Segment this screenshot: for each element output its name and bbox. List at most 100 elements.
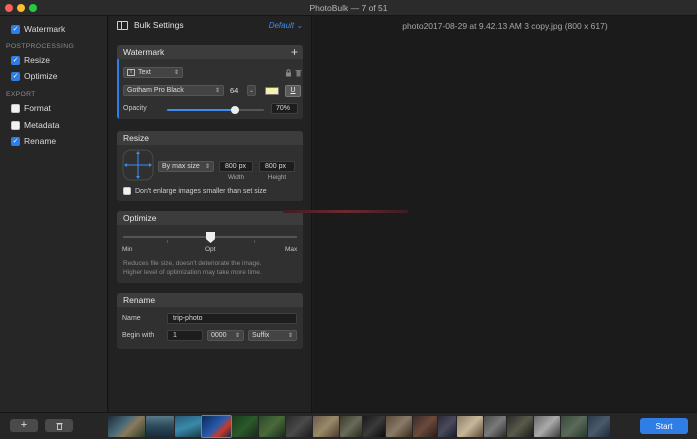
thumbnail[interactable] [146,416,174,437]
name-label: Name [122,315,141,322]
opacity-label: Opacity [123,105,147,112]
font-size-dropdown[interactable]: ⌄ [247,85,256,96]
optimize-desc-line1: Reduces file size, doesn't deteriorate t… [123,260,262,267]
digits-value: 0000 [211,332,227,339]
text-color-swatch[interactable] [265,87,279,95]
opacity-input[interactable]: 70% [271,103,298,114]
digits-select[interactable]: 0000 ⇕ [207,330,244,341]
panel-title: Resize [123,133,149,143]
selection-indicator [117,59,119,119]
bulk-settings-title: Bulk Settings [134,20,184,30]
trash-icon[interactable] [295,69,302,77]
height-input[interactable]: 800 px [259,161,295,172]
title-bar: PhotoBulk — 7 of 51 [0,0,697,16]
bulk-settings-panel: Bulk Settings Default ⌄ Watermark + T Te… [109,16,312,412]
sidebar-item-format[interactable]: Format [11,102,51,114]
add-watermark-button[interactable]: + [291,45,303,59]
resize-mode-value: By max size [162,163,200,170]
resize-panel: Resize By max size ⇕ 800 px 800 px Width… [117,131,303,201]
preset-value: Default [268,21,295,30]
sidebar-item-metadata[interactable]: Metadata [11,119,59,131]
no-enlarge-option[interactable]: Don't enlarge images smaller than set si… [123,187,267,195]
font-select[interactable]: Gotham Pro Black ⇕ [123,85,224,96]
thumbnail[interactable] [484,416,506,437]
optimize-slider-knob[interactable] [206,232,215,243]
optimize-desc-line2: Higher level of optimization may take mo… [123,269,262,276]
position-select[interactable]: Suffix ⇕ [248,330,297,341]
opacity-slider-track[interactable] [167,106,264,114]
underline-icon[interactable]: U [285,85,301,97]
panel-title: Rename [123,295,156,305]
slider-tick [167,240,168,243]
preview-filename: photo2017-08-29 at 9.42.13 AM 3 copy.jpg… [402,21,608,31]
watermark-type-select[interactable]: T Text ⇕ [123,67,183,78]
chevron-updown-icon: ⇕ [287,333,293,339]
thumbnail[interactable] [534,416,560,437]
resize-mode-icon [122,149,154,181]
width-label: Width [227,174,245,181]
sidebar: ✓ Watermark POSTPROCESSING ✓ Resize ✓ Op… [0,16,108,412]
no-enlarge-checkbox[interactable] [123,187,131,195]
thumbnail[interactable] [588,416,610,437]
sidebar-item-watermark[interactable]: ✓ Watermark [11,23,65,35]
thumbnail[interactable] [108,416,145,437]
resize-checkbox[interactable]: ✓ [11,55,20,65]
watermark-panel: Watermark + T Text ⇕ Gotham Pro Black ⇕ … [117,45,303,119]
width-input[interactable]: 800 px [219,161,253,172]
rename-name-input[interactable]: trip-photo [167,313,297,324]
chevron-updown-icon: ⇕ [173,70,179,76]
optimize-checkbox[interactable]: ✓ [11,71,20,81]
sidebar-item-optimize[interactable]: ✓ Optimize [11,70,58,82]
thumbnail[interactable] [413,416,437,437]
rename-checkbox[interactable]: ✓ [11,136,20,146]
text-type-icon: T [127,69,135,76]
chevron-updown-icon: ⇕ [214,88,220,94]
watermark-checkbox[interactable]: ✓ [11,24,20,34]
begin-with-input[interactable]: 1 [167,330,203,341]
optimize-description: Reduces file size, doesn't deteriorate t… [123,259,262,277]
sidebar-toggle-icon[interactable] [117,20,128,30]
export-header: EXPORT [6,91,36,98]
thumbnail[interactable] [286,416,312,437]
height-label: Height [267,174,287,181]
resize-panel-header: Resize [117,131,303,145]
start-button[interactable]: Start [640,418,688,434]
window-title: PhotoBulk — 7 of 51 [309,3,388,13]
font-size-value[interactable]: 64 [230,85,242,96]
thumbnail[interactable] [507,416,533,437]
max-label: Max [285,246,298,253]
remove-images-button[interactable] [45,419,73,432]
thumbnail[interactable] [386,416,412,437]
optimize-slider-track[interactable] [123,232,297,243]
rename-panel: Rename Name trip-photo Begin with 1 0000… [117,293,303,349]
opacity-slider-fill [167,109,235,111]
begin-with-label: Begin with [122,332,155,339]
opacity-slider-knob[interactable] [230,106,239,114]
thumbnail[interactable] [340,416,362,437]
thumbnail[interactable] [232,416,258,437]
bulk-settings-header: Bulk Settings [117,20,184,30]
thumbnail-selected[interactable] [201,415,232,438]
thumbnail[interactable] [259,416,285,437]
panel-title: Optimize [123,213,157,223]
thumbnail[interactable] [363,416,385,437]
thumbnail[interactable] [175,416,201,437]
min-label: Min [122,246,133,253]
add-images-button[interactable]: + [10,419,38,432]
preset-dropdown[interactable]: Default ⌄ [269,21,303,30]
preview-area[interactable]: photo2017-08-29 at 9.42.13 AM 3 copy.jpg… [283,16,697,412]
resize-mode-select[interactable]: By max size ⇕ [158,161,214,172]
format-checkbox[interactable] [11,103,20,113]
thumbnail[interactable] [313,416,339,437]
chevron-updown-icon: ⇕ [234,333,240,339]
thumbnail[interactable] [457,416,483,437]
sidebar-item-resize[interactable]: ✓ Resize [11,54,50,66]
font-value: Gotham Pro Black [127,87,184,94]
sidebar-item-label: Watermark [24,24,66,34]
metadata-checkbox[interactable] [11,120,20,130]
lock-icon[interactable] [285,69,292,77]
thumbnail[interactable] [438,416,456,437]
sidebar-item-rename[interactable]: ✓ Rename [11,135,56,147]
rename-panel-header: Rename [117,293,303,307]
thumbnail[interactable] [561,416,587,437]
